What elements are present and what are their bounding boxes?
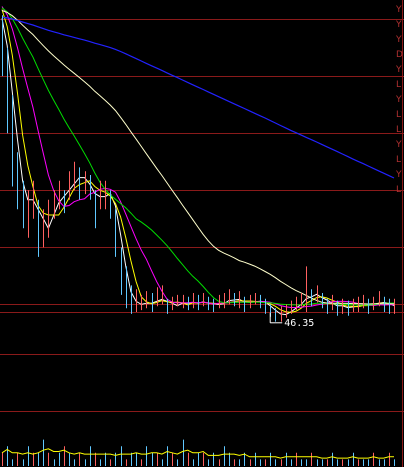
edge-mark: Y xyxy=(395,5,402,15)
ma-line-3 xyxy=(1,18,395,316)
edge-mark: D xyxy=(396,50,403,60)
ma-line-20 xyxy=(1,7,395,306)
edge-mark: L xyxy=(396,155,401,165)
price-bars xyxy=(2,15,395,322)
ma-line-5 xyxy=(1,9,394,313)
edge-mark: L xyxy=(396,110,401,120)
moving-averages xyxy=(1,6,395,316)
low-price-annotation: 46.35 xyxy=(269,312,314,329)
edge-mark: Y xyxy=(395,65,402,75)
ma-line-40 xyxy=(1,10,395,305)
edge-mark: Y xyxy=(395,35,402,45)
price-chart: YYYDYLYLLYLYL 46.35 xyxy=(0,0,404,467)
edge-mark: Y xyxy=(395,170,402,180)
edge-mark: L xyxy=(396,125,401,135)
edge-mark: Y xyxy=(395,95,402,105)
ma-line-120 xyxy=(1,16,395,179)
edge-mark: L xyxy=(396,80,401,90)
right-edge-marks: YYYDYLYLLYLYL xyxy=(395,5,403,195)
edge-mark: Y xyxy=(395,140,402,150)
edge-mark: Y xyxy=(395,20,402,30)
edge-mark: L xyxy=(396,185,401,195)
volume-bars xyxy=(1,439,395,466)
low-price-label: 46.35 xyxy=(284,318,314,329)
ma-line-10 xyxy=(1,6,394,308)
